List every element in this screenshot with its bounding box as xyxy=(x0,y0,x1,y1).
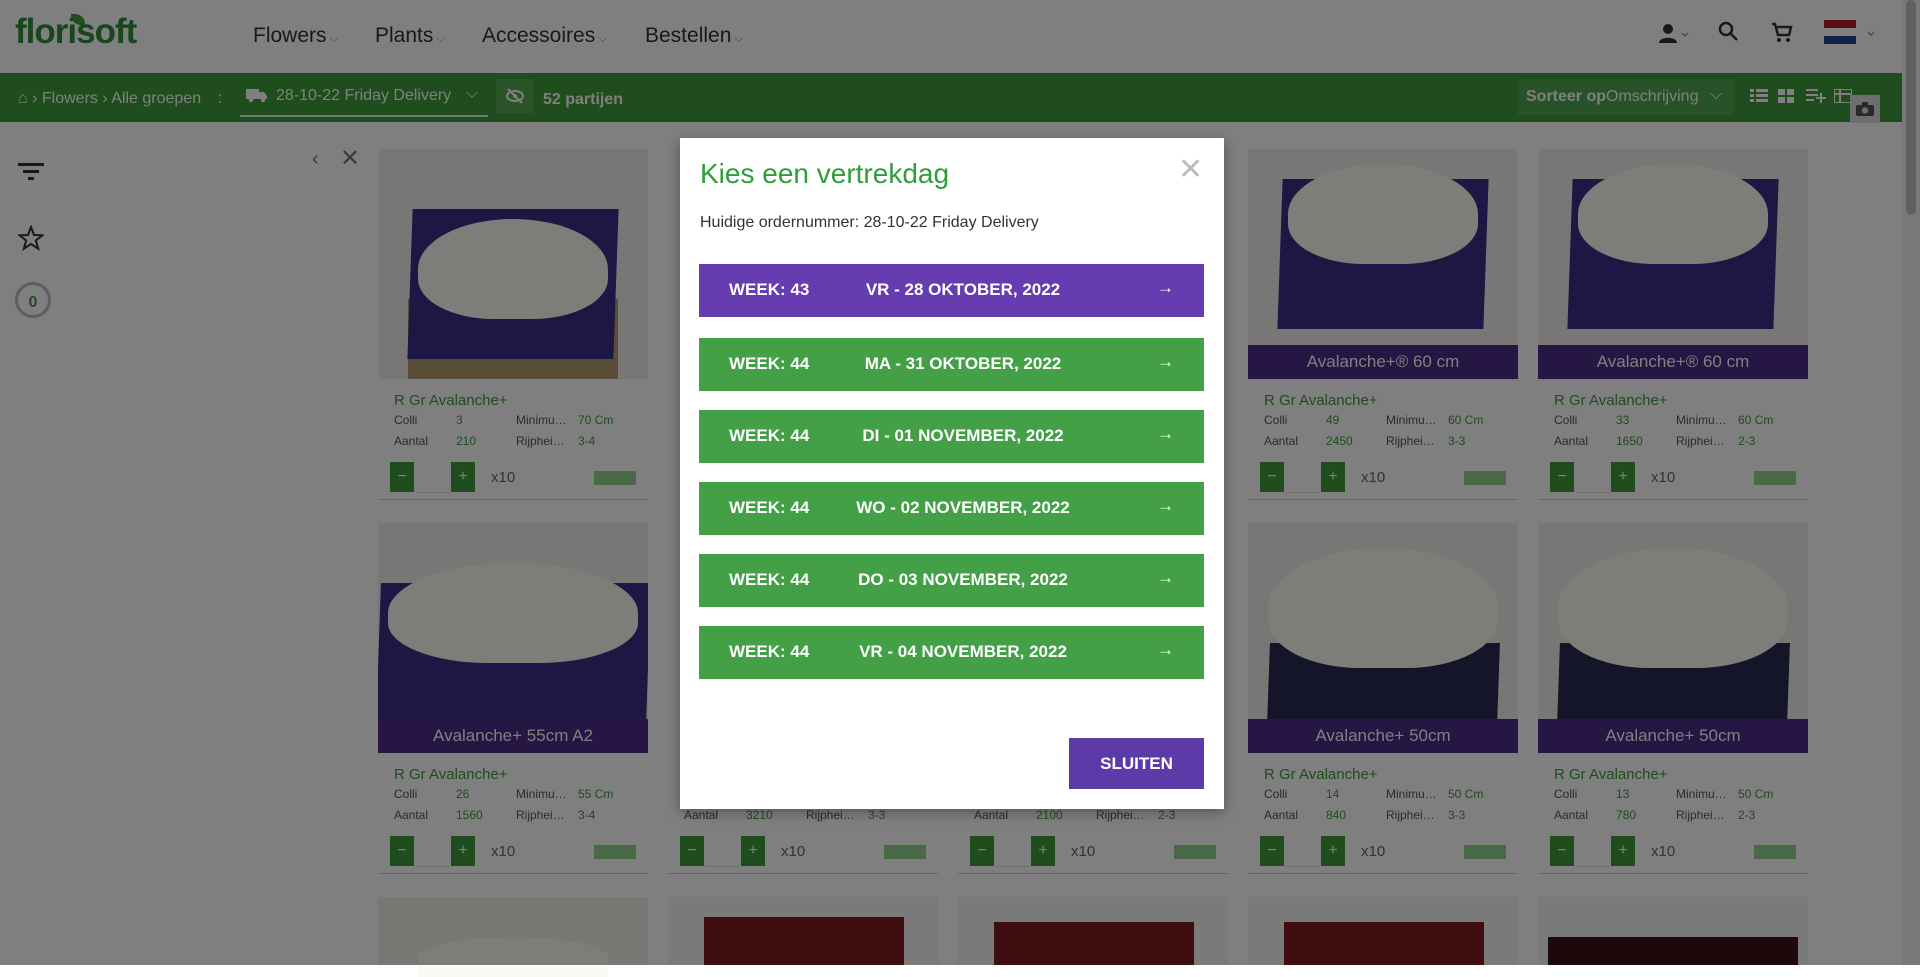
week-label: WEEK: 44 xyxy=(729,570,810,589)
current-order-number: Huidige ordernummer: 28-10-22 Friday Del… xyxy=(700,214,1039,231)
date-label: DO - 03 NOVEMBER, 2022 xyxy=(858,570,1068,589)
close-button[interactable]: SLUITEN xyxy=(1069,738,1204,789)
week-label: WEEK: 44 xyxy=(729,354,810,373)
week-label: WEEK: 44 xyxy=(729,426,810,445)
arrow-right-icon: → xyxy=(1157,496,1174,515)
day-option-button[interactable]: WEEK: 44 DI - 01 NOVEMBER, 2022 → xyxy=(699,410,1204,463)
arrow-right-icon: → xyxy=(1157,568,1174,587)
arrow-right-icon: → xyxy=(1157,278,1174,297)
day-option-button[interactable]: WEEK: 44 VR - 04 NOVEMBER, 2022 → xyxy=(699,626,1204,679)
week-label: WEEK: 44 xyxy=(729,642,810,661)
day-option-button[interactable]: WEEK: 44 WO - 02 NOVEMBER, 2022 → xyxy=(699,482,1204,535)
day-option-button[interactable]: WEEK: 44 MA - 31 OKTOBER, 2022 → xyxy=(699,338,1204,391)
arrow-right-icon: → xyxy=(1157,640,1174,659)
week-label: WEEK: 43 xyxy=(729,280,810,299)
close-icon[interactable]: ✕ xyxy=(1178,152,1203,187)
departure-day-dialog: Kies een vertrekdag ✕ Huidige ordernumme… xyxy=(680,138,1224,809)
date-label: DI - 01 NOVEMBER, 2022 xyxy=(862,426,1064,445)
date-label: MA - 31 OKTOBER, 2022 xyxy=(864,354,1062,373)
date-label: WO - 02 NOVEMBER, 2022 xyxy=(856,498,1070,517)
arrow-right-icon: → xyxy=(1157,424,1174,443)
dialog-title: Kies een vertrekdag xyxy=(700,158,950,189)
arrow-right-icon: → xyxy=(1157,352,1174,371)
week-label: WEEK: 44 xyxy=(729,498,810,517)
day-option-button[interactable]: WEEK: 43 VR - 28 OKTOBER, 2022 → xyxy=(699,264,1204,317)
date-label: VR - 04 NOVEMBER, 2022 xyxy=(859,642,1067,661)
day-option-button[interactable]: WEEK: 44 DO - 03 NOVEMBER, 2022 → xyxy=(699,554,1204,607)
date-label: VR - 28 OKTOBER, 2022 xyxy=(865,280,1061,299)
